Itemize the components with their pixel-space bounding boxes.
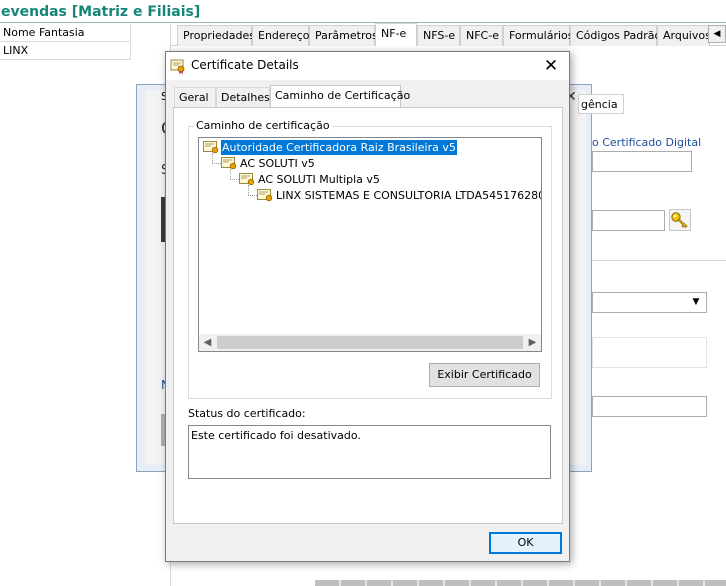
tab-geral[interactable]: Geral	[174, 87, 216, 107]
bottom-button-strip	[315, 580, 726, 586]
tab-formularios[interactable]: Formulários	[503, 25, 574, 46]
tab-detalhes[interactable]: Detalhes	[216, 87, 270, 107]
password-field[interactable]	[592, 210, 665, 231]
tree-connector	[230, 169, 231, 179]
horizontal-scrollbar[interactable]: ◀ ▶	[199, 334, 541, 351]
certificate-icon	[170, 58, 186, 74]
certificate-icon	[239, 173, 255, 186]
certificate-icon	[221, 157, 237, 170]
certificate-status-label: Status do certificado:	[188, 407, 306, 420]
grid-header-nome-fantasia[interactable]: Nome Fantasia	[0, 24, 131, 42]
tree-item-intermediate-ca[interactable]: AC SOLUTI v5	[239, 156, 316, 171]
dialog-tab-bar: Geral Detalhes Caminho de Certificação	[173, 85, 563, 108]
chevron-down-icon[interactable]: ▼	[687, 295, 705, 310]
text-field[interactable]	[592, 396, 707, 417]
certification-path-tree[interactable]: Autoridade Certificadora Raiz Brasileira…	[198, 137, 542, 352]
app-title: evendas [Matriz e Filiais]	[1, 4, 201, 20]
tree-connector	[248, 195, 257, 196]
tab-arquivos[interactable]: Arquivos	[657, 25, 711, 46]
tab-nfse[interactable]: NFS-e	[417, 25, 460, 46]
tree-item-issuing-ca[interactable]: AC SOLUTI Multipla v5	[257, 172, 381, 187]
close-icon[interactable]: ✕	[536, 55, 566, 77]
tab-nfce[interactable]: NFC-e	[460, 25, 503, 46]
grid-row[interactable]: LINX	[0, 42, 131, 60]
dialog-titlebar: Certificate Details ✕	[166, 52, 569, 80]
scrollbar-thumb[interactable]	[217, 336, 523, 349]
title-divider	[0, 22, 726, 23]
tab-nfe[interactable]: NF-e	[375, 23, 417, 46]
multiline-field[interactable]	[592, 337, 707, 368]
tab-vigencia[interactable]: gência	[578, 94, 624, 114]
tree-item-end-entity-certificate[interactable]: LINX SISTEMAS E CONSULTORIA LTDA54517628…	[275, 188, 541, 203]
tree-connector	[230, 179, 239, 180]
tree-connector	[212, 163, 221, 164]
digital-certificate-link[interactable]: o Certificado Digital	[592, 136, 701, 149]
tab-propriedades[interactable]: Propriedades	[177, 25, 255, 46]
certificate-icon	[203, 141, 219, 154]
tree-connector	[212, 153, 213, 163]
certificate-icon	[257, 189, 273, 202]
view-certificate-button[interactable]: Exibir Certificado	[429, 363, 540, 387]
tree-item-root-ca[interactable]: Autoridade Certificadora Raiz Brasileira…	[220, 139, 458, 156]
scroll-left-icon[interactable]: ◀	[199, 334, 216, 351]
certification-path-page: Caminho de certificação Autoridade Certi…	[173, 107, 563, 524]
main-tab-bar: Propriedades Endereço Parâmetros NF-e NF…	[177, 23, 726, 46]
key-button[interactable]	[669, 209, 691, 231]
certificate-details-dialog: Certificate Details ✕ Geral Detalhes Cam…	[165, 51, 570, 562]
certificate-status-text[interactable]: Este certificado foi desativado.	[188, 425, 551, 479]
tree-connector	[248, 185, 249, 195]
tab-scroll-left-button[interactable]: ◀	[708, 25, 726, 43]
tab-codigos-padrao[interactable]: Códigos Padrão	[570, 25, 661, 46]
scroll-right-icon[interactable]: ▶	[524, 334, 541, 351]
certification-path-label: Caminho de certificação	[194, 119, 332, 132]
section-divider	[592, 260, 726, 261]
certificate-field[interactable]	[592, 151, 692, 172]
dialog-title: Certificate Details	[191, 58, 299, 72]
key-icon	[671, 212, 688, 229]
tab-caminho-de-certificacao[interactable]: Caminho de Certificação	[270, 85, 410, 108]
tab-parametros[interactable]: Parâmetros	[309, 25, 378, 46]
ok-button[interactable]: OK	[489, 532, 562, 554]
tab-endereco[interactable]: Endereço	[252, 25, 310, 46]
